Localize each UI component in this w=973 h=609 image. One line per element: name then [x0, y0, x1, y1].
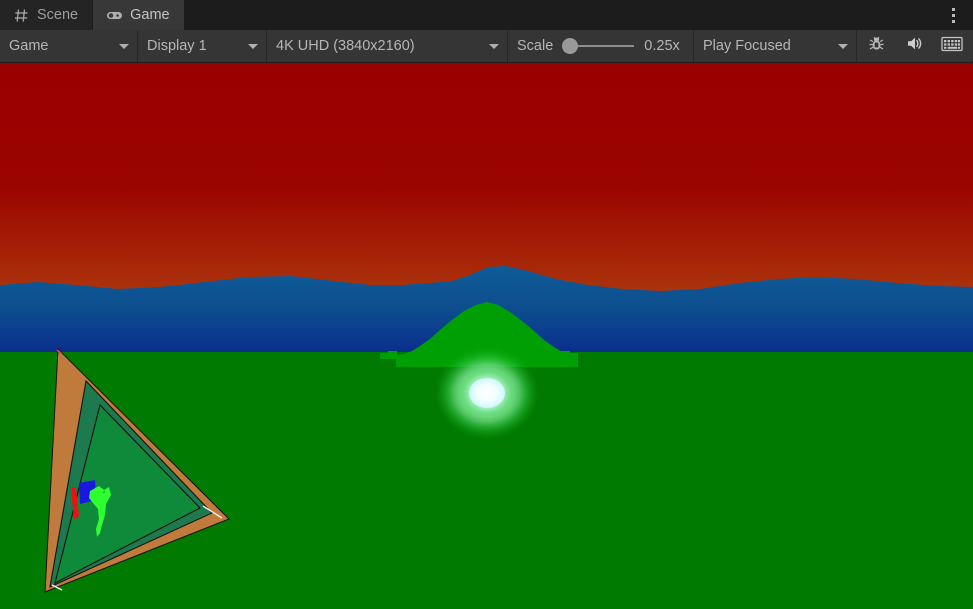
tab-game-label: Game [130, 7, 170, 23]
game-render-sunset-scene [0, 63, 973, 609]
speaker-icon [905, 34, 924, 58]
tab-game[interactable]: Game [93, 0, 185, 30]
chevron-down-icon [248, 44, 258, 49]
scale-control[interactable]: Scale 0.25x [508, 30, 693, 62]
scale-slider[interactable] [562, 39, 634, 53]
tab-bar: Scene Game [0, 0, 973, 30]
scale-slider-track [572, 45, 634, 47]
display-dropdown[interactable]: Display 1 [138, 30, 266, 62]
scale-value: 0.25x [644, 38, 679, 54]
view-mode-dropdown[interactable]: Game [0, 30, 137, 62]
axis-marker-z-dot [103, 491, 105, 493]
chevron-down-icon [838, 44, 848, 49]
display-label: Display 1 [147, 38, 207, 54]
debug-button[interactable] [857, 30, 895, 62]
unity-game-view-window: Scene Game Game Display 1 [0, 0, 973, 609]
chevron-down-icon [489, 44, 499, 49]
resolution-label: 4K UHD (3840x2160) [276, 38, 415, 54]
kebab-menu-icon[interactable] [933, 0, 973, 30]
gamepad-icon [106, 7, 123, 24]
chevron-down-icon [119, 44, 129, 49]
bug-icon [867, 34, 886, 58]
mute-audio-button[interactable] [895, 30, 933, 62]
resolution-dropdown[interactable]: 4K UHD (3840x2160) [267, 30, 507, 62]
game-render-area[interactable] [0, 63, 973, 609]
grid-keyboard-icon [941, 35, 963, 58]
sun-core [469, 378, 505, 408]
tab-scene-label: Scene [37, 7, 78, 23]
tab-scene[interactable]: Scene [0, 0, 93, 30]
scale-label: Scale [517, 38, 553, 54]
play-mode-dropdown[interactable]: Play Focused [694, 30, 856, 62]
game-view-toolbar: Game Display 1 4K UHD (3840x2160) Scale … [0, 30, 973, 62]
stats-button[interactable] [933, 30, 971, 62]
play-mode-label: Play Focused [703, 38, 791, 54]
scale-slider-knob[interactable] [562, 38, 578, 54]
grid-icon [13, 7, 30, 24]
view-mode-label: Game [9, 38, 49, 54]
